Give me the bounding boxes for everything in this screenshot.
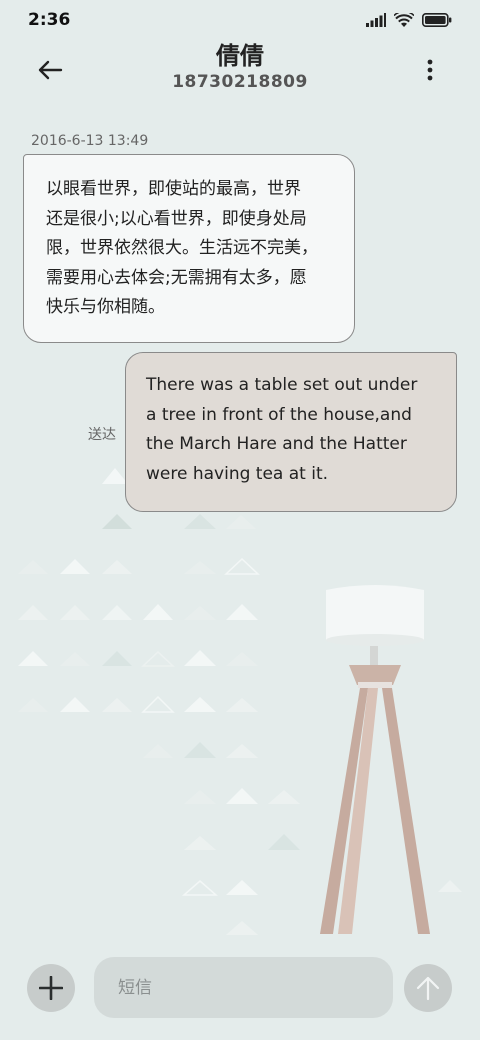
contact-name: 倩倩 — [216, 42, 264, 70]
message-line: 还是很小;以心看世界，即使身处局 — [46, 208, 307, 229]
background-illustration — [18, 468, 462, 935]
outgoing-message-bubble[interactable]: There was a table set out under a tree i… — [125, 352, 457, 512]
message-timestamp: 2016-6-13 13:49 — [31, 133, 149, 149]
message-line: 限，世界依然很大。生活远不完美， — [46, 238, 318, 258]
more-options-button[interactable] — [412, 52, 448, 88]
message-line: 以眼看世界，即使站的最高，世界 — [46, 179, 301, 199]
message-line: were having tea at it. — [146, 463, 329, 484]
message-line: 需要用心去体会;无需拥有太多，愿 — [46, 267, 307, 288]
wifi-icon — [394, 12, 414, 27]
floor-lamp-illustration — [320, 585, 430, 934]
conversation-header: 倩倩 18730218809 — [0, 40, 480, 100]
plus-icon — [39, 976, 63, 1000]
incoming-message-bubble[interactable]: 以眼看世界，即使站的最高，世界 还是很小;以心看世界，即使身处局 限，世界依然很… — [23, 154, 355, 343]
sms-input[interactable] — [94, 957, 393, 1018]
message-composer — [0, 950, 480, 1030]
vertical-dots-icon — [427, 59, 433, 81]
send-button[interactable] — [404, 964, 452, 1012]
signal-icon — [366, 13, 386, 27]
status-icons — [366, 12, 452, 28]
attach-button[interactable] — [27, 964, 75, 1012]
arrow-left-icon — [38, 60, 63, 80]
status-time: 2:36 — [28, 10, 71, 30]
message-line: 快乐与你相随。 — [46, 297, 165, 317]
message-line: a tree in front of the house,and — [146, 404, 412, 425]
message-line: the March Hare and the Hatter — [146, 434, 407, 454]
message-line: There was a table set out under — [146, 375, 418, 395]
decorative-triangles — [18, 468, 462, 935]
status-bar: 2:36 — [0, 0, 480, 40]
arrow-up-icon — [416, 976, 440, 1001]
contact-title: 倩倩 18730218809 — [120, 42, 360, 94]
back-button[interactable] — [30, 52, 70, 88]
contact-number: 18730218809 — [172, 72, 308, 92]
delivery-status: 送达 — [88, 427, 116, 443]
battery-icon — [422, 13, 452, 27]
